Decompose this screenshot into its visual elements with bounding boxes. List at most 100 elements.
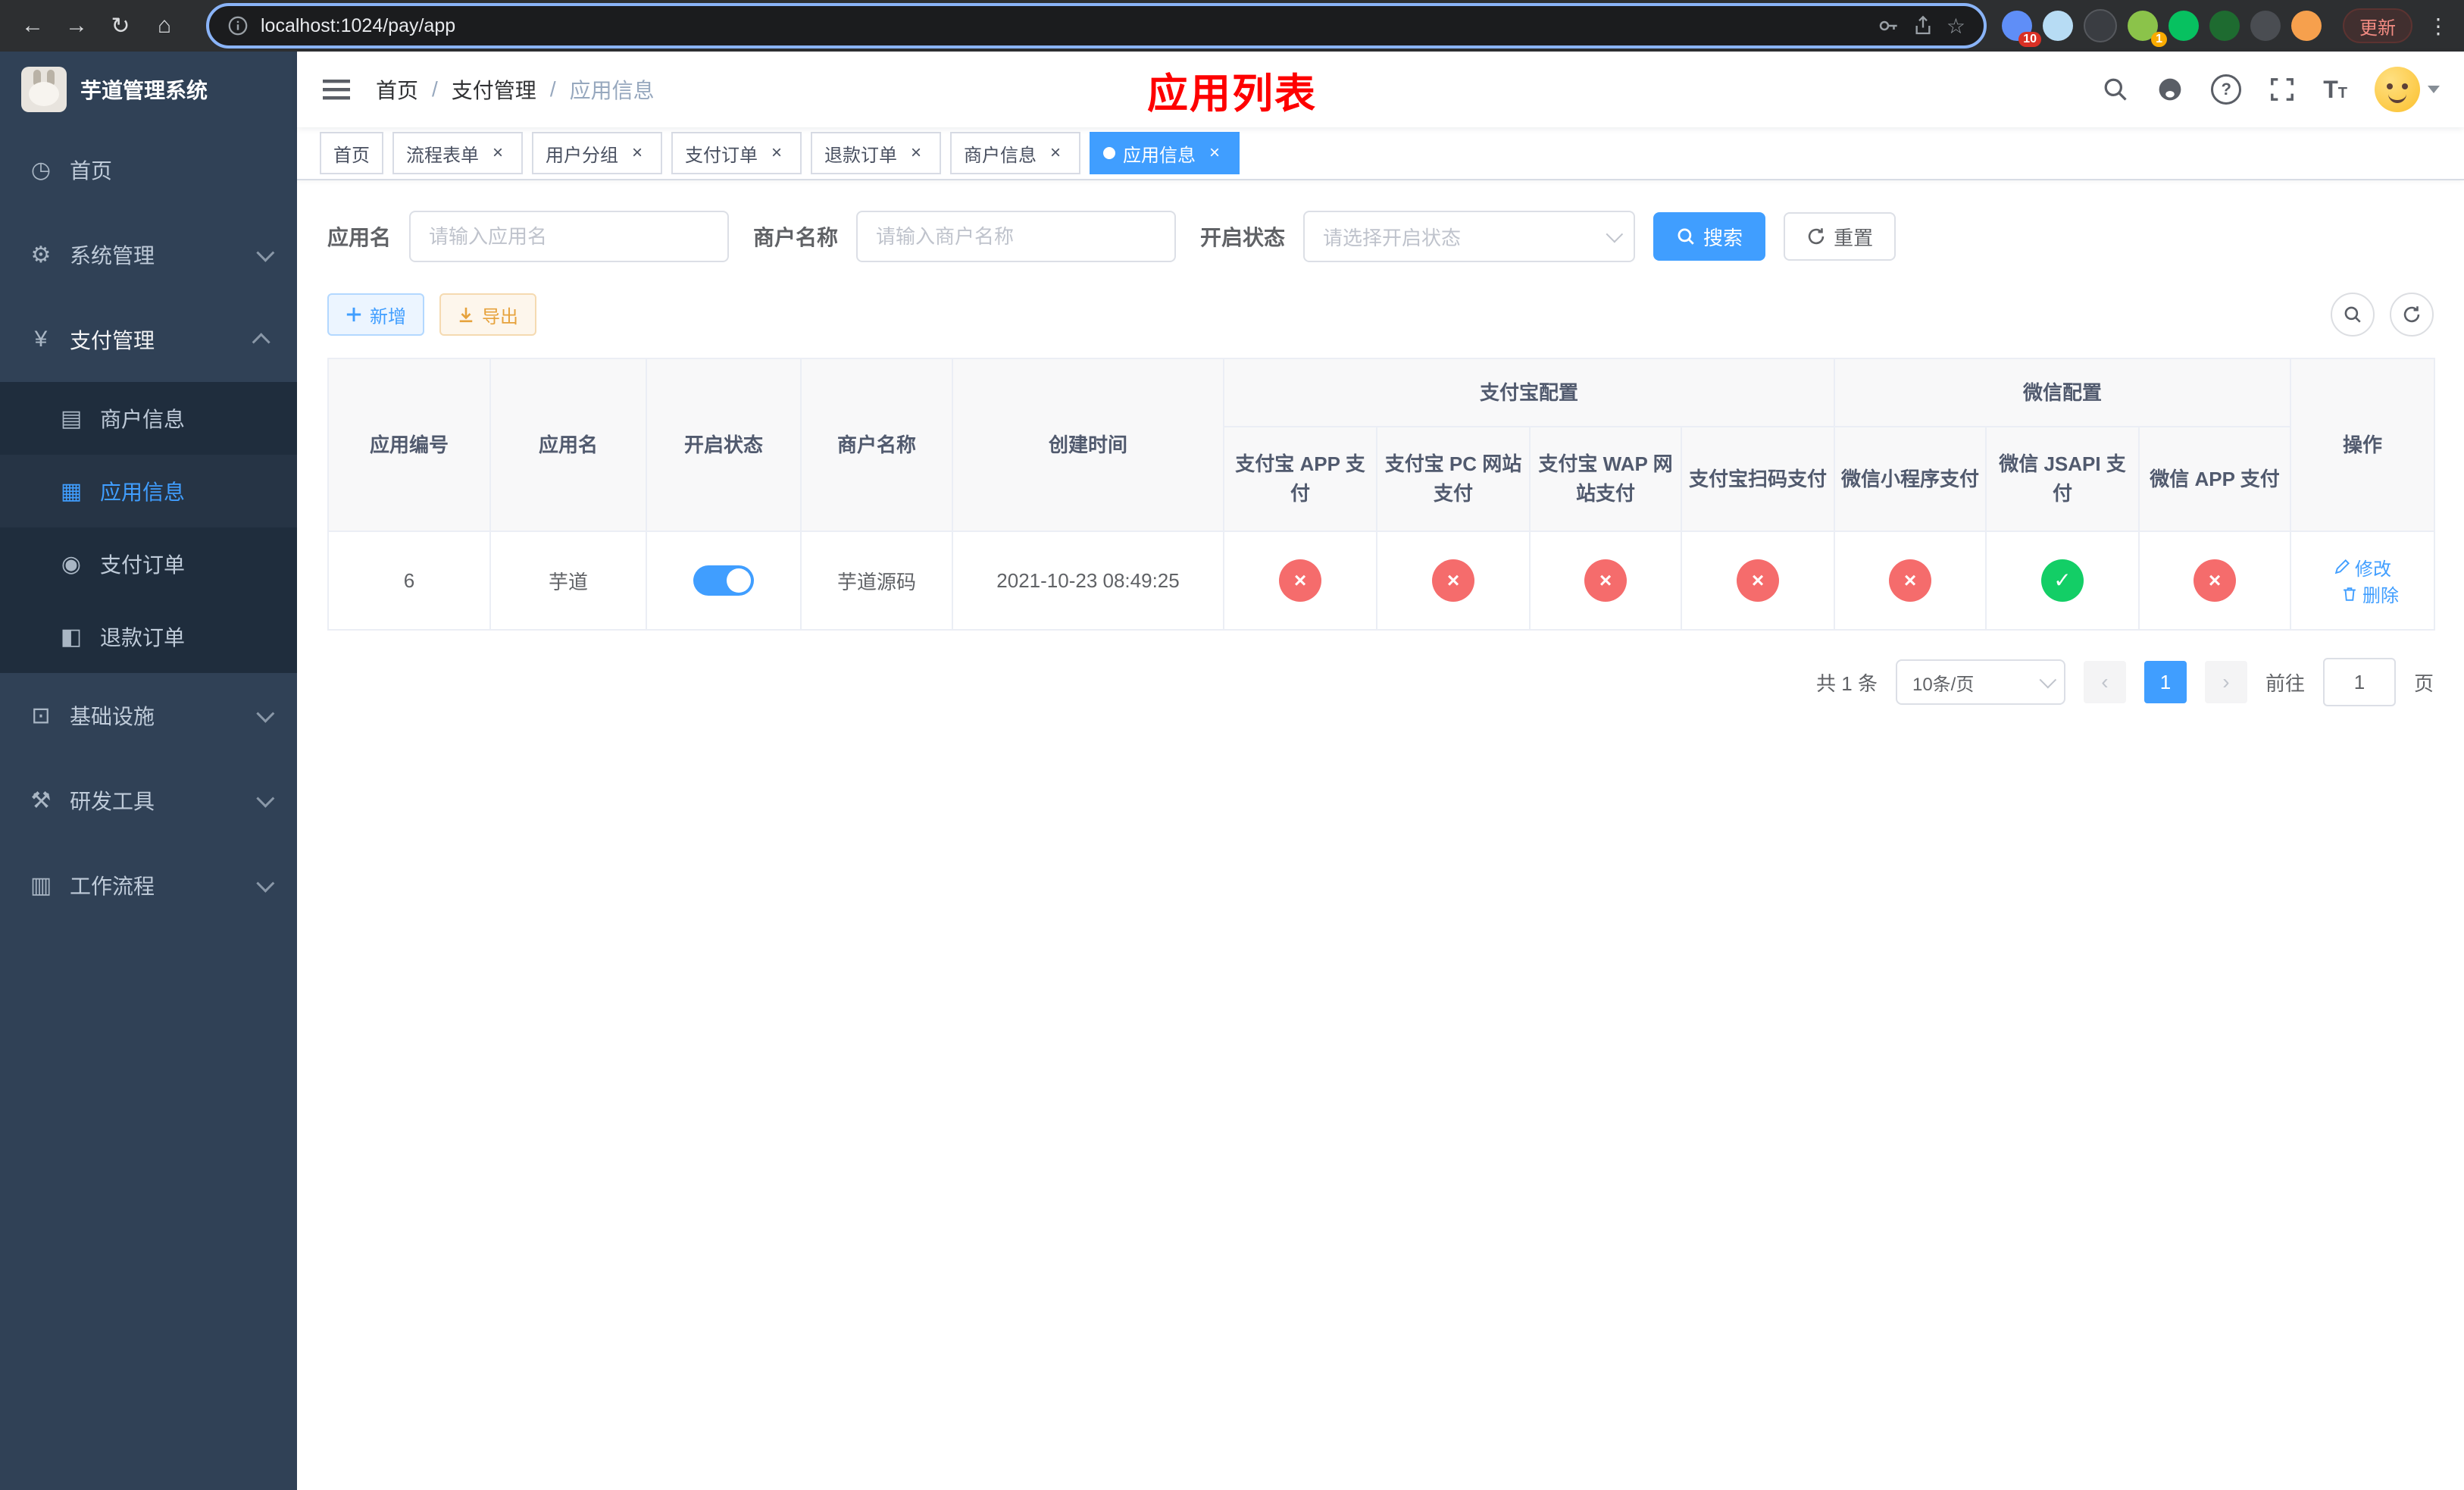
sidebar-item-label: 商户信息	[100, 408, 186, 431]
close-icon[interactable]	[1044, 142, 1067, 164]
tab-user-group[interactable]: 用户分组	[532, 132, 662, 174]
navbar: 首页 支付管理 应用信息 应用列表	[297, 52, 2464, 127]
sidebar: 芋道管理系统 ◷ 首页 ⚙ 系统管理 ¥ 支付管理 ▤ 商户信息 ▦ 应用信息	[0, 52, 297, 1490]
tab-refund-order[interactable]: 退款订单	[811, 132, 941, 174]
dark-circle-extension-icon[interactable]	[2084, 9, 2117, 42]
password-key-icon[interactable]	[1877, 14, 1900, 37]
share-icon[interactable]	[1912, 14, 1934, 37]
tab-home[interactable]: 首页	[320, 132, 383, 174]
goto-page-input[interactable]	[2322, 658, 2396, 706]
reset-button[interactable]: 重置	[1784, 212, 1896, 261]
prev-page-button[interactable]	[2083, 661, 2126, 703]
browser-back-button[interactable]: ←	[12, 5, 53, 46]
sidebar-item-devtools[interactable]: ⚒ 研发工具	[0, 758, 297, 843]
cell-wechat-mini: ×	[1834, 531, 1987, 631]
tab-merchant-info[interactable]: 商户信息	[950, 132, 1080, 174]
status-icon: ×	[1279, 559, 1321, 602]
cell-app-id: 6	[327, 531, 491, 631]
sidebar-item-merchant-info[interactable]: ▤ 商户信息	[0, 382, 297, 455]
tab-process-form[interactable]: 流程表单	[392, 132, 523, 174]
navbar-actions	[2102, 67, 2440, 112]
extensions-row: 10 1	[2002, 9, 2322, 47]
pin-extension-icon[interactable]	[2250, 11, 2281, 41]
close-icon[interactable]	[486, 142, 509, 164]
browser-update-button[interactable]: 更新	[2343, 8, 2412, 43]
toggle-search-button[interactable]	[2331, 293, 2375, 337]
app-title: 芋道管理系统	[80, 79, 208, 102]
merchant-name-label: 商户名称	[753, 226, 839, 249]
green-docs-extension-icon[interactable]	[2209, 11, 2240, 41]
status-select[interactable]: 请选择开启状态	[1303, 211, 1636, 262]
sidebar-item-label: 工作流程	[70, 875, 155, 898]
bookmark-star-icon[interactable]: ☆	[1946, 14, 1965, 39]
close-icon[interactable]	[765, 142, 788, 164]
chevron-down-icon	[2039, 671, 2057, 689]
sidebar-item-app-info[interactable]: ▦ 应用信息	[0, 455, 297, 527]
col-wechat-jsapi: 微信 JSAPI 支付	[1985, 426, 2140, 532]
app-table: 应用编号 应用名 开启状态 商户名称 创建时间 支付宝配置 微信配置 操作 支付…	[327, 358, 2436, 631]
sidebar-item-system[interactable]: ⚙ 系统管理	[0, 212, 297, 297]
close-icon[interactable]	[1203, 142, 1226, 164]
next-page-button[interactable]	[2204, 661, 2247, 703]
browser-menu-icon[interactable]	[2428, 14, 2449, 39]
docs-help-icon[interactable]	[2211, 74, 2242, 105]
blue-grid-extension-icon[interactable]: 10	[2002, 11, 2041, 47]
close-icon[interactable]	[905, 142, 927, 164]
merchant-name-input[interactable]	[856, 211, 1177, 262]
browser-forward-button[interactable]: →	[56, 5, 97, 46]
wechat-extension-icon[interactable]	[2169, 11, 2199, 41]
breadcrumb-home[interactable]: 首页	[376, 74, 418, 105]
refresh-table-button[interactable]	[2390, 293, 2434, 337]
address-bar[interactable]: localhost:1024/pay/app ☆	[206, 3, 1987, 49]
edit-button[interactable]: 修改	[2334, 554, 2391, 581]
sidebar-item-label: 应用信息	[100, 480, 186, 504]
status-switch[interactable]	[693, 565, 754, 596]
font-size-icon[interactable]	[2323, 76, 2347, 104]
col-group-alipay: 支付宝配置	[1222, 358, 1836, 427]
tab-pay-order[interactable]: 支付订单	[671, 132, 802, 174]
browser-home-button[interactable]: ⌂	[144, 5, 185, 46]
coin-icon: ◉	[61, 551, 82, 577]
sidebar-item-home[interactable]: ◷ 首页	[0, 127, 297, 212]
breadcrumb-separator	[432, 77, 438, 102]
cell-alipay-qr: ×	[1680, 531, 1836, 631]
breadcrumb-payment[interactable]: 支付管理	[452, 74, 536, 105]
col-wechat-app: 微信 APP 支付	[2138, 426, 2292, 532]
export-button[interactable]: 导出	[439, 293, 536, 336]
add-button[interactable]: 新增	[327, 293, 424, 336]
tab-app-info[interactable]: 应用信息	[1090, 132, 1240, 174]
search-button[interactable]: 搜索	[1653, 212, 1766, 261]
green-leaf-extension-icon[interactable]: 1	[2128, 11, 2167, 47]
github-icon[interactable]	[2156, 76, 2184, 103]
sidebar-toggle-icon[interactable]	[321, 74, 352, 105]
search-icon	[1678, 228, 1694, 245]
sidebar-item-workflow[interactable]: ▥ 工作流程	[0, 843, 297, 928]
status-label: 开启状态	[1200, 226, 1286, 249]
page-content: 应用名 商户名称 开启状态 请选择开启状态 搜索	[297, 180, 2464, 706]
sidebar-item-payment[interactable]: ¥ 支付管理	[0, 297, 297, 382]
sidebar-item-infrastructure[interactable]: ⊡ 基础设施	[0, 673, 297, 758]
fullscreen-icon[interactable]	[2269, 76, 2296, 103]
cell-wechat-app: ×	[2138, 531, 2292, 631]
pagination-total: 共 1 条	[1816, 671, 1878, 695]
page-1-button[interactable]: 1	[2143, 661, 2187, 703]
browser-reload-button[interactable]: ↻	[100, 5, 141, 46]
site-info-icon[interactable]	[227, 15, 249, 36]
face-extension-icon[interactable]	[2291, 11, 2322, 41]
sidebar-item-label: 退款订单	[100, 626, 186, 650]
app-name-input[interactable]	[409, 211, 730, 262]
user-avatar[interactable]	[2375, 67, 2440, 112]
filter-form: 应用名 商户名称 开启状态 请选择开启状态 搜索	[327, 211, 2434, 262]
page-size-select[interactable]: 10条/页	[1895, 659, 2065, 705]
sidebar-item-label: 首页	[70, 159, 113, 183]
delete-button[interactable]: 删除	[2341, 581, 2399, 607]
search-icon[interactable]	[2102, 76, 2129, 103]
sidebar-logo[interactable]: 芋道管理系统	[0, 52, 297, 127]
tab-label: 退款订单	[824, 145, 897, 166]
page-suffix-label: 页	[2413, 671, 2434, 695]
sidebar-item-pay-order[interactable]: ◉ 支付订单	[0, 527, 297, 600]
breadcrumb-current: 应用信息	[569, 79, 655, 102]
sidebar-item-refund-order[interactable]: ◧ 退款订单	[0, 600, 297, 673]
close-icon[interactable]	[626, 142, 649, 164]
droplet-extension-icon[interactable]	[2043, 11, 2073, 41]
